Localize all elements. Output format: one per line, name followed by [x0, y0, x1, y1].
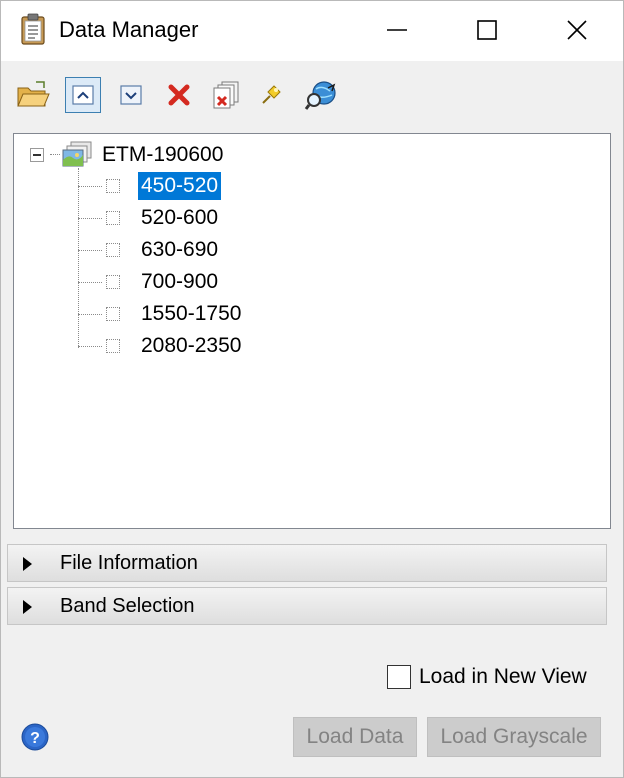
- close-button[interactable]: [531, 1, 623, 59]
- tree-connector: [78, 186, 102, 187]
- load-data-button[interactable]: Load Data: [293, 717, 417, 757]
- band-checkbox[interactable]: [106, 179, 120, 193]
- band-label[interactable]: 630-690: [138, 236, 221, 264]
- search-data-button[interactable]: [303, 77, 339, 113]
- tree-item[interactable]: 700-900: [14, 268, 594, 296]
- tree-item[interactable]: 630-690: [14, 236, 594, 264]
- remove-button[interactable]: [161, 77, 197, 113]
- load-in-new-view-label[interactable]: Load in New View: [419, 665, 587, 689]
- data-manager-window: Data Manager ETM-190600 450-520 520-600 …: [0, 0, 624, 778]
- tree-item[interactable]: 1550-1750: [14, 300, 594, 328]
- minimize-button[interactable]: [351, 1, 443, 59]
- title-bar: Data Manager: [1, 1, 623, 61]
- tree-item[interactable]: 2080-2350: [14, 332, 594, 360]
- collapse-all-button[interactable]: [65, 77, 101, 113]
- band-label[interactable]: 1550-1750: [138, 300, 244, 328]
- clipboard-icon: [21, 13, 45, 45]
- folder-open-icon: [17, 81, 50, 107]
- tree-root-label[interactable]: ETM-190600: [102, 142, 223, 168]
- load-in-new-view-option[interactable]: Load in New View: [387, 663, 587, 691]
- load-in-new-view-checkbox[interactable]: [387, 665, 411, 689]
- section-label: File Information: [60, 552, 198, 574]
- red-x-icon: [168, 84, 190, 106]
- chevron-down-icon: [120, 85, 142, 105]
- expand-arrow-icon: [23, 557, 32, 571]
- chevron-up-icon: [72, 85, 94, 105]
- section-label: Band Selection: [60, 595, 195, 617]
- band-label[interactable]: 2080-2350: [138, 332, 244, 360]
- tree-connector: [78, 218, 102, 219]
- band-checkbox[interactable]: [106, 307, 120, 321]
- window-title: Data Manager: [59, 17, 199, 42]
- globe-search-icon: [304, 81, 336, 110]
- remove-all-button[interactable]: [209, 77, 245, 113]
- tree-connector: [78, 250, 102, 251]
- tree-item[interactable]: 520-600: [14, 204, 594, 232]
- raster-dataset-icon: [62, 141, 92, 167]
- tree-connector: [78, 314, 102, 315]
- section-band-selection[interactable]: Band Selection: [7, 587, 607, 625]
- open-file-button[interactable]: [15, 77, 51, 113]
- tree-root-row[interactable]: [30, 142, 44, 168]
- close-files-icon: [213, 81, 239, 109]
- band-checkbox[interactable]: [106, 275, 120, 289]
- load-grayscale-button[interactable]: Load Grayscale: [427, 717, 601, 757]
- data-tree[interactable]: ETM-190600 450-520 520-600 630-690 700-900 1…: [13, 133, 611, 529]
- tree-connector: [78, 346, 102, 347]
- help-icon[interactable]: ?: [21, 723, 49, 751]
- pin-button[interactable]: [253, 77, 289, 113]
- collapse-toggle-icon[interactable]: [30, 148, 44, 162]
- close-icon: [567, 20, 587, 40]
- band-checkbox[interactable]: [106, 211, 120, 225]
- tree-connector: [50, 154, 60, 155]
- band-checkbox[interactable]: [106, 339, 120, 353]
- expand-arrow-icon: [23, 600, 32, 614]
- band-label[interactable]: 520-600: [138, 204, 221, 232]
- svg-text:?: ?: [30, 730, 40, 747]
- pin-icon: [262, 85, 281, 104]
- band-checkbox[interactable]: [106, 243, 120, 257]
- tree-connector: [78, 282, 102, 283]
- tree-item[interactable]: 450-520: [14, 172, 594, 200]
- toolbar: [1, 67, 623, 127]
- expand-all-button[interactable]: [113, 77, 149, 113]
- maximize-icon: [477, 20, 497, 40]
- minimize-icon: [387, 29, 407, 31]
- maximize-button[interactable]: [441, 1, 533, 59]
- band-label[interactable]: 450-520: [138, 172, 222, 200]
- band-label[interactable]: 700-900: [138, 268, 221, 296]
- section-file-information[interactable]: File Information: [7, 544, 607, 582]
